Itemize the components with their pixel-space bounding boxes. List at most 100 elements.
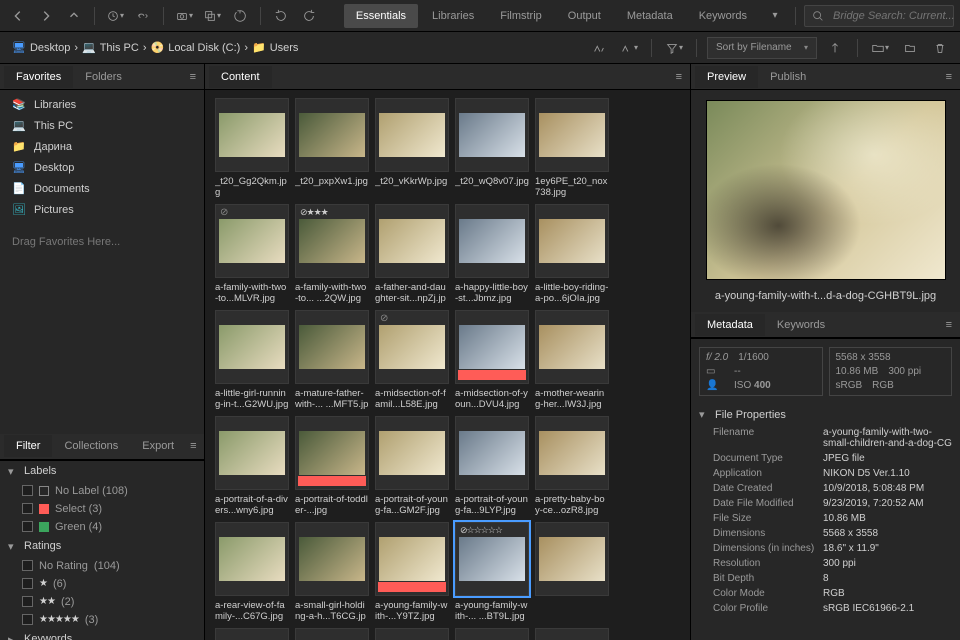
batch-button[interactable]: ▾ (200, 4, 224, 28)
thumbnail[interactable]: a-pretty-baby-boy-ce...ozR8.jpg (535, 416, 609, 516)
filter-rating-1[interactable]: ★ (6) (0, 575, 204, 593)
tab-preview[interactable]: Preview (695, 66, 758, 88)
thumbnail[interactable] (455, 628, 529, 640)
thumbnail[interactable]: a-father-and-daughter-sit...npZj.jpg (375, 204, 449, 304)
thumbnail[interactable]: a-young-family-with-...Y9TZ.jpg (375, 522, 449, 622)
panel-menu-icon[interactable]: ≡ (186, 67, 200, 87)
thumbnail[interactable]: ⊘a-family-with-two-to...MLVR.jpg (215, 204, 289, 304)
thumbnail[interactable]: a-portrait-of-toddler-...jpg (295, 416, 369, 516)
favorite-item-documents[interactable]: 📄Documents (0, 178, 204, 199)
panel-menu-icon[interactable]: ≡ (186, 436, 200, 456)
checkbox[interactable] (22, 503, 33, 514)
breadcrumb-desktop[interactable]: 🖥Desktop (8, 39, 74, 56)
filter-label-select[interactable]: Select (3) (0, 500, 204, 518)
thumbnail[interactable] (535, 522, 609, 622)
filter-label-green[interactable]: Green (4) (0, 518, 204, 536)
thumbnail[interactable]: _t20_vKkrWp.jpg (375, 98, 449, 198)
breadcrumb-local-disk-c-[interactable]: 📀Local Disk (C:) (147, 39, 245, 56)
breadcrumb-this-pc[interactable]: 💻This PC (78, 39, 143, 56)
nav-forward-button[interactable] (34, 4, 58, 28)
checkbox[interactable] (22, 596, 33, 607)
thumbnail[interactable]: a-little-boy-riding-a-po...6jOIa.jpg (535, 204, 609, 304)
filter-rating-5[interactable]: ★★★★★ (3) (0, 611, 204, 629)
checkbox[interactable] (22, 521, 33, 532)
tab-folders[interactable]: Folders (73, 66, 134, 88)
thumbnail[interactable]: ⊘a-midsection-of-famil...L58E.jpg (375, 310, 449, 410)
breadcrumb-users[interactable]: 📁Users (248, 39, 302, 56)
search-box[interactable] (804, 5, 954, 27)
tab-export[interactable]: Export (130, 435, 186, 457)
tab-collections[interactable]: Collections (52, 435, 130, 457)
filter-label-no-label[interactable]: No Label (108) (0, 482, 204, 500)
nav-up-button[interactable] (62, 3, 86, 27)
nav-back-button[interactable] (6, 4, 30, 28)
panel-menu-icon[interactable]: ≡ (942, 67, 956, 87)
thumbnail[interactable]: _t20_pxpXw1.jpg (295, 98, 369, 198)
thumbnail[interactable]: ⊘★★★a-family-with-two-to... ...2QW.jpg (295, 204, 369, 304)
workspace-tab-keywords[interactable]: Keywords (687, 4, 759, 28)
thumbnail[interactable] (375, 628, 449, 640)
thumbnail[interactable] (215, 628, 289, 640)
thumb-quality-button[interactable] (587, 36, 611, 60)
workspace-tab-output[interactable]: Output (556, 4, 613, 28)
tab-publish[interactable]: Publish (758, 66, 818, 88)
thumbnail[interactable]: a-rear-view-of-family-...C67G.jpg (215, 522, 289, 622)
thumbnail[interactable] (295, 628, 369, 640)
filter-group-ratings[interactable]: ▾Ratings (0, 536, 204, 557)
checkbox[interactable] (22, 614, 33, 625)
sort-dropdown[interactable]: Sort by Filename▾ (707, 37, 817, 59)
workspace-tab-metadata[interactable]: Metadata (615, 4, 685, 28)
thumbnail[interactable]: a-portrait-of-young-fa...9LYP.jpg (455, 416, 529, 516)
recent-history-button[interactable]: ▾ (103, 4, 127, 28)
filter-funnel-button[interactable]: ▾ (662, 36, 686, 60)
favorite-item-this pc[interactable]: 💻This PC (0, 115, 204, 136)
checkbox[interactable] (22, 578, 33, 589)
refine-button[interactable] (228, 4, 252, 28)
workspace-tab-essentials[interactable]: Essentials (344, 4, 418, 28)
open-recent-button[interactable] (898, 36, 922, 60)
boomerang-button[interactable] (131, 4, 155, 28)
panel-menu-icon[interactable]: ≡ (672, 67, 686, 87)
tab-keywords[interactable]: Keywords (765, 314, 837, 336)
workspace-tab-libraries[interactable]: Libraries (420, 4, 486, 28)
search-input[interactable] (831, 9, 960, 23)
checkbox[interactable] (22, 485, 33, 496)
thumb-quality-menu-button[interactable]: ▾ (617, 36, 641, 60)
filter-group-labels[interactable]: ▾Labels (0, 461, 204, 482)
thumbnail[interactable]: a-portrait-of-young-fa...GM2F.jpg (375, 416, 449, 516)
workspace-overflow-button[interactable]: ▾ (763, 4, 787, 28)
filter-rating-2[interactable]: ★★ (2) (0, 593, 204, 611)
thumbnail[interactable] (535, 628, 609, 640)
thumbnail[interactable]: 1ey6PE_t20_nox738.jpg (535, 98, 609, 198)
trash-button[interactable] (928, 36, 952, 60)
panel-menu-icon[interactable]: ≡ (942, 315, 956, 335)
thumbnail[interactable]: a-mother-wearing-her...IW3J.jpg (535, 310, 609, 410)
preview-image[interactable] (706, 100, 946, 280)
thumbnail[interactable]: a-happy-little-boy-st...Jbmz.jpg (455, 204, 529, 304)
thumbnail[interactable]: a-small-girl-holding-a-h...T6CG.jpg (295, 522, 369, 622)
get-photos-button[interactable]: ▾ (172, 4, 196, 28)
tab-favorites[interactable]: Favorites (4, 66, 73, 88)
favorite-item-desktop[interactable]: 🖥Desktop (0, 157, 204, 178)
favorite-item-дарина[interactable]: 📁Дарина (0, 136, 204, 157)
rotate-cw-button[interactable] (297, 4, 321, 28)
thumbnail[interactable]: a-little-girl-running-in-t...G2WU.jpg (215, 310, 289, 410)
file-properties-header[interactable]: ▾File Properties (691, 404, 960, 425)
favorite-item-libraries[interactable]: 📚Libraries (0, 94, 204, 115)
thumbnail[interactable]: ⊘☆☆☆☆☆a-young-family-with-... ...BT9L.jp… (455, 522, 529, 622)
thumbnail[interactable]: _t20_wQ8v07.jpg (455, 98, 529, 198)
thumbnail[interactable]: _t20_Gg2Qkm.jpg (215, 98, 289, 198)
tab-metadata[interactable]: Metadata (695, 314, 765, 336)
favorite-item-pictures[interactable]: 🖼Pictures (0, 199, 204, 220)
filter-group-keywords[interactable]: ▸Keywords (0, 629, 204, 640)
thumbnail[interactable]: a-midsection-of-youn...DVU4.jpg (455, 310, 529, 410)
rotate-ccw-button[interactable] (269, 4, 293, 28)
checkbox[interactable] (22, 560, 33, 571)
workspace-tab-filmstrip[interactable]: Filmstrip (488, 4, 554, 28)
tab-filter[interactable]: Filter (4, 435, 52, 457)
new-folder-button[interactable]: ▾ (868, 36, 892, 60)
thumbnail[interactable]: a-portrait-of-a-divers...wny6.jpg (215, 416, 289, 516)
filter-rating-0[interactable]: No Rating (104) (0, 557, 204, 575)
thumbnail[interactable]: a-mature-father-with-... ...MFT5.jpg (295, 310, 369, 410)
sort-direction-button[interactable] (823, 36, 847, 60)
